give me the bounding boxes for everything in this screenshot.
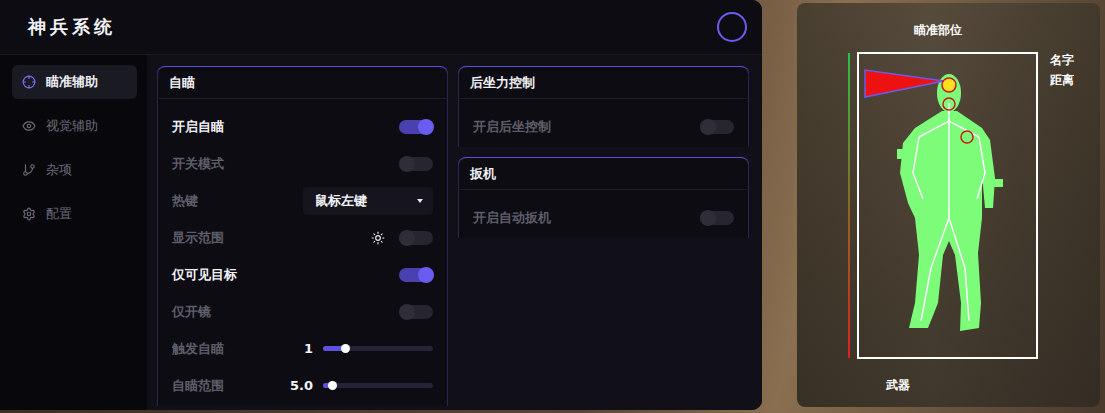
toggle-knob [399,304,415,320]
setting-row: 热键 鼠标左键 [172,182,433,219]
crosshair-icon [22,75,36,89]
branch-icon [22,163,36,177]
hotkey-select[interactable]: 鼠标左键 [303,187,433,215]
setting-label: 自瞄范围 [172,377,224,395]
aim-point[interactable] [943,98,955,110]
toggle-knob [700,119,716,135]
menu-window: 神兵系统瞄准辅助视觉辅助杂项配置自瞄开启自瞄开关模式热键鼠标左键显示范围仅可见目… [0,0,762,410]
aim-point[interactable] [961,131,973,143]
sun-icon[interactable] [371,231,385,245]
distance-label: 距离 [1050,72,1074,89]
setting-label: 仅可见目标 [172,266,237,284]
setting-row: 开启自动扳机 [473,199,734,236]
setting-row: 仅可见目标 [172,256,433,293]
toggle-group [371,231,433,245]
toggle-switch[interactable] [399,157,433,171]
setting-row: 开关模式 [172,145,433,182]
toggle-switch[interactable] [399,305,433,319]
player-icon [897,74,1003,331]
setting-row: 自瞄范围 5.0 [172,367,433,404]
panel-title: 后坐力控制 [458,67,749,99]
setting-label: 热键 [172,192,198,210]
toggle-switch[interactable] [399,120,433,134]
toggle-knob [418,119,434,135]
sidebar-item[interactable]: 配置 [12,197,137,231]
sidebar-label: 杂项 [46,161,72,179]
page: 神兵系统瞄准辅助视觉辅助杂项配置自瞄开启自瞄开关模式热键鼠标左键显示范围仅可见目… [0,0,1105,413]
toggle-switch[interactable] [399,231,433,245]
toggle-switch[interactable] [399,268,433,282]
weapon-label: 武器 [886,377,910,394]
toggle-switch[interactable] [700,120,734,134]
sidebar-label: 视觉辅助 [46,117,98,135]
toggle-switch[interactable] [700,211,734,225]
sidebar: 瞄准辅助视觉辅助杂项配置 [0,55,147,410]
select-value: 鼠标左键 [315,192,367,210]
slider-group: 5.0 [290,378,433,393]
setting-label: 显示范围 [172,229,224,247]
setting-row: 开启后坐控制 [473,108,734,145]
name-label: 名字 [1050,52,1074,69]
setting-row: 显示范围 [172,219,433,256]
setting-row: 开启自瞄 [172,108,433,145]
setting-label: 开启后坐控制 [473,118,551,136]
setting-label: 开关模式 [172,155,224,173]
slider-knob[interactable] [328,381,337,390]
window-title: 神兵系统 [28,15,116,39]
panel-rows: 开启自动扳机 [458,190,749,238]
settings-panel: 后坐力控制开启后坐控制 [458,66,749,147]
slider-knob[interactable] [341,344,350,353]
window-header: 神兵系统 [0,0,762,55]
slider-value: 1 [293,341,313,356]
toggle-knob [700,210,716,226]
panel-title: 自瞄 [157,67,448,99]
aim-point[interactable] [942,78,956,92]
window-body: 瞄准辅助视觉辅助杂项配置自瞄开启自瞄开关模式热键鼠标左键显示范围仅可见目标仅开镜… [0,55,762,410]
target-box [858,53,1037,358]
view-direction-icon [865,70,944,97]
panel-column: 后坐力控制开启后坐控制扳机开启自动扳机 [458,66,749,410]
health-bar [848,53,850,358]
content: 自瞄开启自瞄开关模式热键 鼠标左键显示范围仅可见目标仅开镜触发自瞄 1 自瞄范围 5.0… [147,55,762,410]
panel-rows: 开启自瞄开关模式热键 鼠标左键显示范围仅可见目标仅开镜触发自瞄 1 自瞄范围 5.0 [157,99,448,406]
setting-row: 触发自瞄 1 [172,330,433,367]
aim-part-label: 瞄准部位 [914,22,962,39]
caret-icon [417,199,423,203]
toggle-knob [418,267,434,283]
avatar-icon[interactable] [717,12,747,42]
sidebar-item[interactable]: 瞄准辅助 [12,65,137,99]
toggle-knob [399,156,415,172]
sidebar-label: 配置 [46,205,72,223]
setting-label: 仅开镜 [172,303,211,321]
sidebar-item[interactable]: 视觉辅助 [12,109,137,143]
skeleton-icon [913,103,985,321]
setting-label: 开启自动扳机 [473,209,551,227]
setting-row: 仅开镜 [172,293,433,330]
slider-track[interactable] [323,346,433,351]
slider-value: 5.0 [290,378,313,393]
slider-track[interactable] [323,383,433,388]
eye-icon [22,119,36,133]
gear-icon [22,207,36,221]
panel-rows: 开启后坐控制 [458,99,749,147]
settings-panel: 扳机开启自动扳机 [458,157,749,238]
slider-group: 1 [293,341,433,356]
sidebar-item[interactable]: 杂项 [12,153,137,187]
setting-label: 触发自瞄 [172,340,224,358]
esp-preview: 瞄准部位名字距离武器 [797,3,1100,407]
panel-title: 扳机 [458,158,749,190]
panel-column: 自瞄开启自瞄开关模式热键 鼠标左键显示范围仅可见目标仅开镜触发自瞄 1 自瞄范围 5.0 [157,66,448,410]
sidebar-label: 瞄准辅助 [46,73,98,91]
settings-panel: 自瞄开启自瞄开关模式热键 鼠标左键显示范围仅可见目标仅开镜触发自瞄 1 自瞄范围 5.0 [157,66,448,406]
setting-label: 开启自瞄 [172,118,224,136]
toggle-knob [399,230,415,246]
